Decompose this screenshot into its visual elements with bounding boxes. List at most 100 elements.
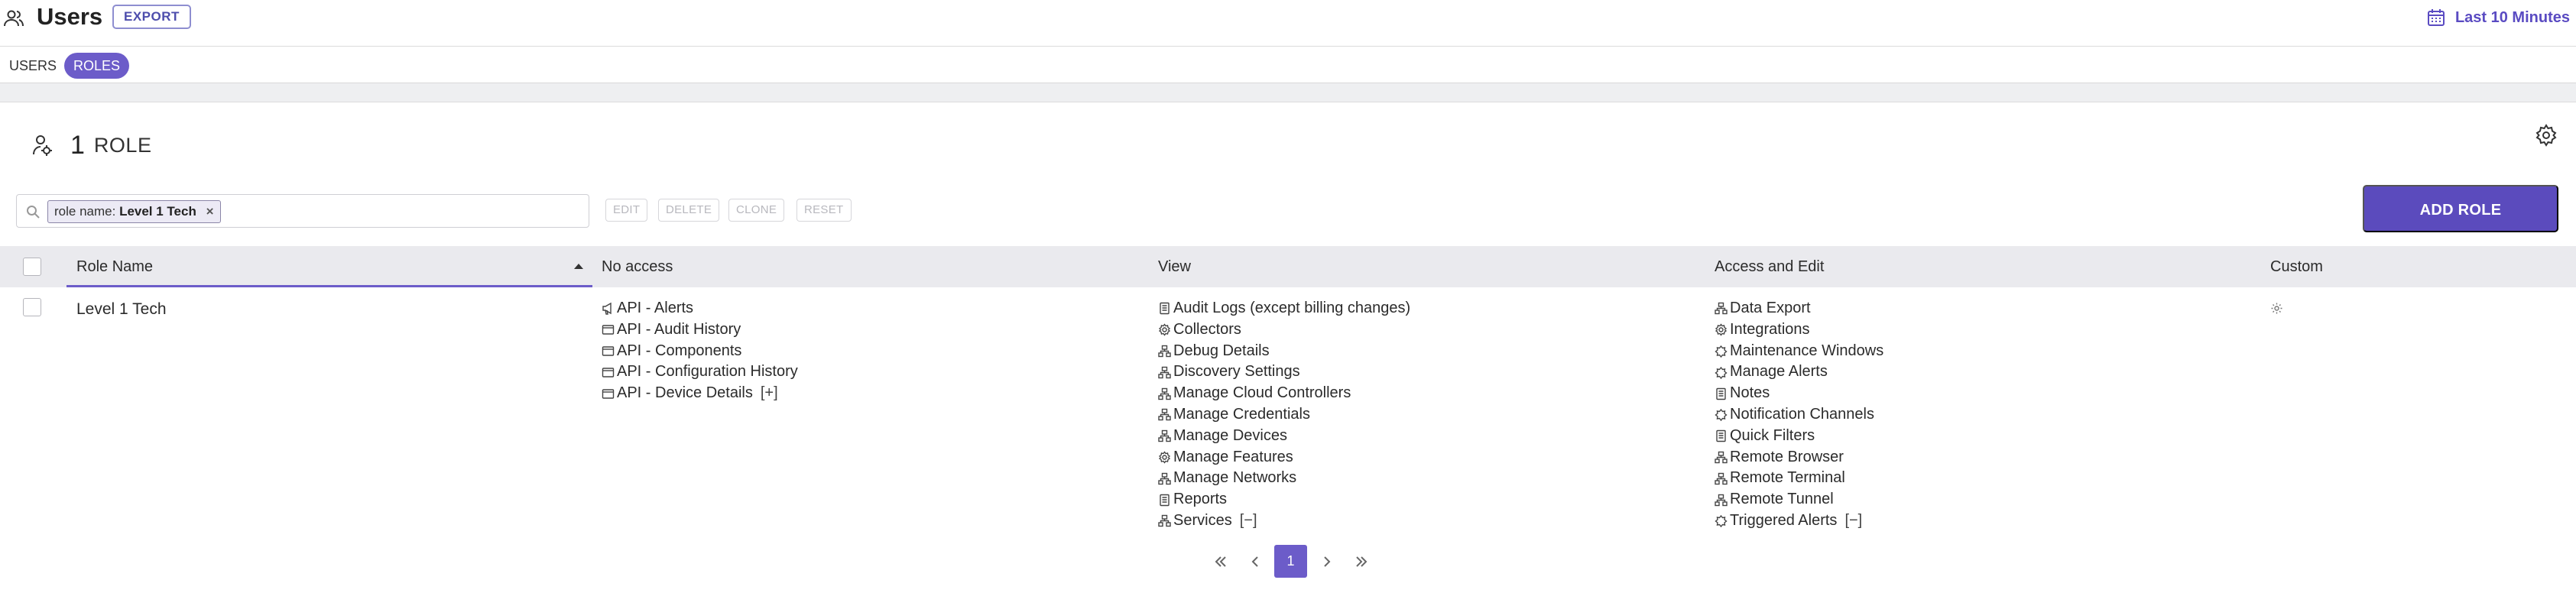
permission-label: Remote Tunnel	[1730, 491, 1834, 508]
permission-label: Manage Networks	[1173, 469, 1297, 487]
filter-chip-value: Level 1 Tech	[119, 204, 196, 219]
table-header: Role Name No access View Access and Edit…	[0, 246, 2576, 287]
expand-collapse-toggle[interactable]: [−]	[1240, 510, 1257, 532]
gear-icon	[1158, 323, 1171, 336]
list-item: Data Export	[1715, 298, 2265, 319]
time-range-label: Last 10 Minutes	[2454, 8, 2570, 26]
permission-label: Integrations	[1730, 320, 1810, 338]
remove-filter-icon[interactable]: ×	[206, 204, 214, 219]
permission-label: Reports	[1173, 491, 1228, 508]
list-item: Services [−]	[1158, 510, 1708, 532]
megaphone-icon	[602, 303, 612, 316]
permission-label: Maintenance Windows	[1730, 342, 1884, 359]
permission-label: Remote Browser	[1730, 448, 1844, 465]
column-header-role-name[interactable]: Role Name	[67, 246, 592, 287]
alert-icon	[1715, 515, 1728, 528]
no-access-list: API - Alerts API - Audit History API - Com…	[602, 298, 1152, 404]
permission-label: Triggered Alerts	[1730, 511, 1838, 529]
sort-ascending-icon	[574, 264, 583, 269]
column-header-view: View	[1158, 258, 1191, 275]
list-item: API - Components	[602, 341, 1152, 362]
document-icon	[1160, 303, 1170, 315]
delete-button[interactable]: DELETE	[658, 199, 720, 222]
column-header-access-edit: Access and Edit	[1715, 258, 1825, 275]
column-header-custom: Custom	[2270, 258, 2323, 275]
clone-button[interactable]: CLONE	[728, 199, 785, 222]
expand-collapse-toggle[interactable]: [−]	[1844, 510, 1862, 532]
permission-label: Debug Details	[1173, 342, 1270, 359]
network-icon	[1715, 472, 1728, 484]
last-page-icon[interactable]	[1345, 545, 1377, 578]
network-icon	[1715, 451, 1728, 464]
filter-chip-key: role name:	[54, 204, 116, 219]
alert-icon	[1715, 366, 1728, 379]
permission-label: Manage Features	[1173, 448, 1293, 465]
window-icon	[602, 325, 615, 335]
list-item: Collectors	[1158, 319, 1708, 341]
gear-icon	[1158, 451, 1171, 464]
window-icon	[602, 368, 615, 378]
select-all-checkbox[interactable]	[23, 258, 41, 276]
filter-chip[interactable]: role name: Level 1 Tech ×	[47, 200, 221, 223]
settings-gear-icon[interactable]	[2535, 124, 2558, 147]
expand-collapse-toggle[interactable]: [+]	[761, 383, 778, 404]
list-item: Notification Channels	[1715, 404, 2265, 426]
page-header: Users EXPORT Last 10 Minutes	[0, 0, 2576, 47]
permission-label: Collectors	[1173, 320, 1241, 338]
column-header-no-access: No access	[602, 258, 673, 275]
list-item: Manage Cloud Controllers	[1158, 383, 1708, 404]
tab-users[interactable]: USERS	[0, 53, 66, 79]
permission-label: API - Components	[617, 342, 742, 359]
export-button[interactable]: EXPORT	[112, 5, 191, 29]
list-item: Triggered Alerts [−]	[1715, 510, 2265, 532]
list-item: Remote Browser	[1715, 447, 2265, 468]
view-list: Audit Logs (except billing changes) Colle…	[1158, 298, 1708, 532]
list-item: Notes	[1715, 383, 2265, 404]
list-item: Reports	[1158, 489, 1708, 510]
list-item: Quick Filters	[1715, 426, 2265, 447]
window-icon	[602, 388, 615, 399]
list-item: Integrations	[1715, 319, 2265, 341]
list-item	[2270, 298, 2576, 319]
edit-button[interactable]: EDIT	[605, 199, 648, 222]
permission-label: Quick Filters	[1730, 426, 1815, 444]
list-item: Discovery Settings	[1158, 361, 1708, 383]
prev-page-icon[interactable]	[1238, 545, 1271, 578]
permission-label: Remote Terminal	[1730, 469, 1845, 487]
list-item: Audit Logs (except billing changes)	[1158, 298, 1708, 319]
list-item: Manage Networks	[1158, 468, 1708, 489]
role-name-cell[interactable]: Level 1 Tech	[76, 300, 167, 319]
network-icon	[1158, 515, 1171, 527]
next-page-icon[interactable]	[1310, 545, 1343, 578]
permission-label: API - Audit History	[617, 320, 741, 338]
network-icon	[1715, 494, 1728, 506]
tab-roles[interactable]: ROLES	[64, 53, 130, 79]
role-filter-input[interactable]: role name: Level 1 Tech ×	[16, 194, 589, 228]
page-number-current[interactable]: 1	[1274, 545, 1307, 578]
document-icon	[1716, 387, 1726, 400]
page-title: Users	[37, 3, 103, 30]
permission-label: Audit Logs (except billing changes)	[1173, 300, 1411, 316]
network-icon	[1158, 387, 1171, 400]
permission-label: Services	[1173, 511, 1232, 529]
list-item: API - Configuration History	[602, 361, 1152, 383]
list-item: Remote Tunnel	[1715, 489, 2265, 510]
permission-label: Discovery Settings	[1173, 363, 1300, 381]
permission-label: Data Export	[1730, 300, 1811, 316]
list-item: Remote Terminal	[1715, 468, 2265, 489]
alert-icon	[1715, 345, 1728, 358]
time-range-picker[interactable]: Last 10 Minutes	[2426, 7, 2570, 28]
list-item: API - Alerts	[602, 298, 1152, 319]
custom-gear-icon	[2271, 303, 2282, 314]
add-role-button[interactable]: ADD ROLE	[2363, 185, 2558, 232]
reset-button[interactable]: RESET	[796, 199, 852, 222]
network-icon	[1158, 345, 1171, 358]
gear-icon	[1715, 323, 1728, 336]
access-edit-list: Data Export Integrations Maintenance Windo…	[1715, 298, 2265, 532]
first-page-icon[interactable]	[1204, 545, 1237, 578]
permission-label: Manage Cloud Controllers	[1173, 384, 1351, 402]
row-checkbox[interactable]	[23, 298, 41, 316]
network-icon	[1158, 409, 1171, 421]
permission-label: Manage Credentials	[1173, 405, 1310, 423]
permission-label: Manage Alerts	[1730, 363, 1828, 381]
